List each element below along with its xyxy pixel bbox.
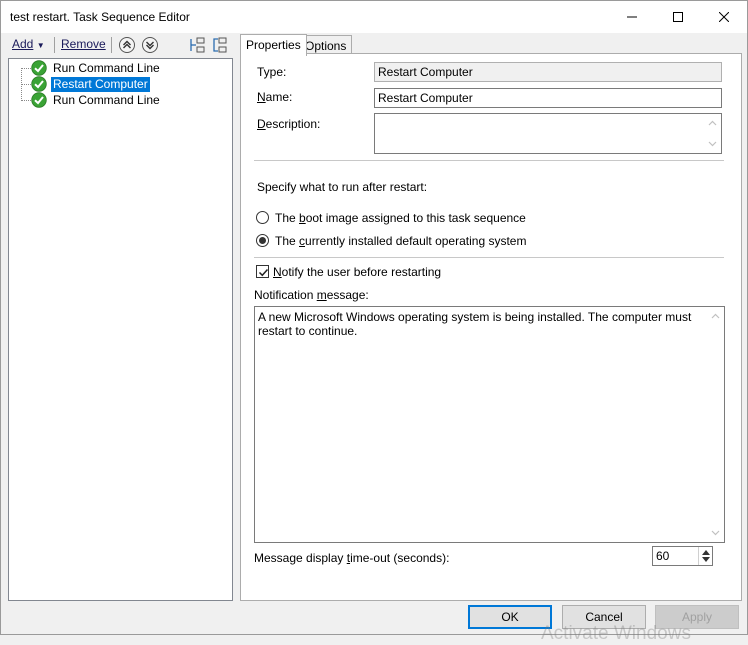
tree-connector — [21, 84, 31, 85]
tree-item-label: Run Command Line — [53, 60, 160, 75]
notification-message-label: Notification message: — [254, 288, 369, 302]
tree-item-restart-computer[interactable]: Restart Computer — [31, 76, 150, 92]
scroll-down-icon — [708, 141, 717, 147]
properties-panel: Type: Restart Computer Name: Restart Com… — [240, 53, 742, 601]
minimize-icon — [627, 16, 637, 18]
timeout-label: Message display time-out (seconds): — [254, 551, 450, 565]
divider — [254, 160, 724, 162]
description-scrollbar[interactable] — [704, 114, 721, 153]
notification-scrollbar[interactable] — [707, 307, 724, 542]
title-bar: test restart. Task Sequence Editor — [1, 1, 747, 33]
tree-item-label-selected: Restart Computer — [51, 76, 150, 92]
tree-item-label: Run Command Line — [53, 92, 160, 107]
check-icon — [31, 76, 47, 92]
description-label: Description: — [257, 117, 321, 131]
scroll-up-icon — [711, 313, 720, 319]
collapse-icon[interactable] — [210, 36, 228, 54]
divider — [254, 257, 724, 259]
window-title: test restart. Task Sequence Editor — [10, 10, 190, 24]
remove-label: Remove — [61, 37, 106, 51]
notify-label: Notify the user before restarting — [273, 265, 442, 279]
ok-button[interactable]: OK — [468, 605, 552, 629]
tree-connector — [21, 68, 31, 69]
move-up-icon[interactable] — [118, 36, 136, 54]
scroll-down-icon — [711, 530, 720, 536]
notification-message-text: A new Microsoft Windows operating system… — [258, 310, 692, 338]
maximize-icon — [673, 12, 683, 22]
description-input[interactable] — [374, 113, 722, 154]
add-menu-button[interactable]: Add ▼ — [12, 37, 45, 51]
specify-label: Specify what to run after restart: — [257, 180, 428, 194]
notify-checkbox[interactable] — [256, 265, 269, 278]
toolbar-divider — [111, 37, 112, 53]
add-label: Add — [12, 37, 34, 51]
toolbar-divider — [54, 37, 55, 53]
radio-boot-image[interactable] — [256, 211, 269, 224]
check-icon — [31, 92, 47, 108]
tree-item-run-command-line-2[interactable]: Run Command Line — [31, 92, 162, 108]
stepper-down-icon[interactable] — [702, 557, 710, 562]
activate-windows-watermark: Activate Windows — [541, 623, 691, 644]
remove-button[interactable]: Remove — [61, 37, 106, 51]
radio-installed-os-label: The currently installed default operatin… — [275, 234, 527, 248]
tree-connector — [21, 100, 31, 101]
expand-icon[interactable] — [188, 36, 206, 54]
task-sequence-editor-window: test restart. Task Sequence Editor Add ▼… — [0, 0, 748, 644]
name-label: Name: — [257, 90, 293, 104]
minimize-button[interactable] — [609, 1, 655, 33]
radio-boot-image-label: The boot image assigned to this task seq… — [275, 211, 526, 225]
stepper-up-icon[interactable] — [702, 550, 710, 555]
timeout-value: 60 — [656, 549, 670, 563]
scroll-up-icon — [708, 120, 717, 126]
close-icon — [719, 12, 729, 22]
radio-selected-dot — [259, 237, 266, 244]
tree-item-run-command-line-1[interactable]: Run Command Line — [31, 60, 162, 76]
stepper-buttons[interactable] — [698, 547, 712, 565]
maximize-button[interactable] — [655, 1, 701, 33]
tab-properties[interactable]: Properties — [240, 34, 307, 56]
move-down-icon[interactable] — [141, 36, 159, 54]
toolbar: Add ▼ Remove — [7, 34, 233, 56]
task-sequence-tree[interactable]: Run Command Line Restart Computer Run Co… — [8, 58, 233, 601]
timeout-stepper[interactable]: 60 — [652, 546, 713, 566]
tab-options[interactable]: Options — [299, 35, 353, 54]
checkmark-icon — [258, 268, 269, 277]
notification-message-input[interactable]: A new Microsoft Windows operating system… — [254, 306, 725, 543]
check-icon — [31, 60, 47, 76]
chevron-down-icon: ▼ — [36, 41, 45, 50]
radio-installed-os[interactable] — [256, 234, 269, 247]
close-button[interactable] — [701, 1, 747, 33]
type-field: Restart Computer — [374, 62, 722, 82]
type-label: Type: — [257, 65, 287, 79]
name-input[interactable]: Restart Computer — [374, 88, 722, 108]
